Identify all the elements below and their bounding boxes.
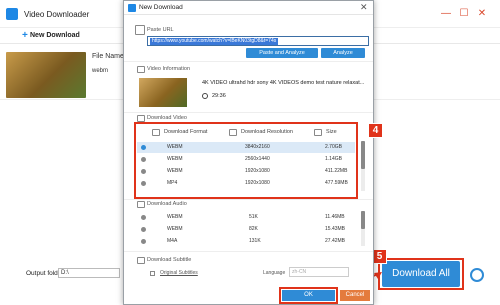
scrollbar-thumb[interactable] bbox=[361, 141, 365, 169]
row-size: 15.43MB bbox=[325, 226, 346, 232]
row-size: 27.42MB bbox=[325, 238, 346, 244]
row-format: M4A bbox=[167, 238, 178, 244]
main-window-title: Video Downloader bbox=[24, 10, 90, 19]
app-logo-icon bbox=[6, 8, 18, 20]
audio-format-row[interactable]: WEBM 82K 15.43MB bbox=[137, 224, 355, 235]
new-download-dialog: New Download ✕ Paste URL https://www.you… bbox=[123, 0, 374, 305]
row-resolution: 2560x1440 bbox=[245, 156, 270, 162]
row-bitrate: 131K bbox=[249, 238, 261, 244]
maximize-icon[interactable]: ☐ bbox=[458, 8, 470, 20]
row-size: 2.70GB bbox=[325, 144, 342, 150]
radio-icon[interactable] bbox=[141, 157, 146, 162]
url-value: https://www.youtube.com/watch?v=lBeKN03t… bbox=[150, 38, 279, 45]
paste-and-analyze-label: Paste and Analyze bbox=[259, 50, 305, 56]
clock-icon bbox=[202, 93, 208, 99]
dialog-app-icon bbox=[128, 4, 136, 12]
minimize-icon[interactable]: — bbox=[440, 8, 452, 20]
original-subtitles-label[interactable]: Original Subtitles bbox=[160, 270, 198, 276]
alarm-clock-icon[interactable] bbox=[470, 268, 484, 282]
video-format-row[interactable]: WEBM 2560x1440 1.14GB bbox=[137, 154, 355, 165]
video-info-label: Video Information bbox=[147, 66, 191, 72]
new-download-button[interactable]: New Download bbox=[30, 32, 80, 39]
video-list-scrollbar[interactable] bbox=[361, 141, 365, 191]
original-subtitles-checkbox[interactable] bbox=[150, 271, 155, 276]
divider bbox=[124, 199, 373, 200]
download-subtitle-label: Download Subtitle bbox=[147, 257, 192, 263]
row-format: WEBM bbox=[167, 144, 183, 150]
video-info-thumbnail bbox=[139, 78, 187, 107]
radio-icon[interactable] bbox=[141, 227, 146, 232]
row-resolution: 1920x1080 bbox=[245, 180, 270, 186]
column-download-resolution: Download Resolution bbox=[241, 129, 293, 135]
scrollbar-thumb[interactable] bbox=[361, 211, 365, 229]
audio-list-scrollbar[interactable] bbox=[361, 211, 365, 246]
download-video-label: Download Video bbox=[147, 115, 187, 121]
dialog-close-icon[interactable]: ✕ bbox=[360, 2, 368, 13]
analyze-button[interactable]: Analyze bbox=[321, 48, 365, 58]
video-info-icon bbox=[137, 66, 145, 73]
ok-button[interactable]: OK bbox=[282, 290, 335, 301]
plus-icon[interactable]: + bbox=[22, 30, 28, 41]
resolution-column-icon bbox=[229, 129, 237, 136]
language-label: Language bbox=[263, 270, 286, 276]
row-size: 411.22MB bbox=[325, 168, 348, 174]
step4-badge: 4 bbox=[368, 123, 383, 138]
cancel-button[interactable]: Cancel bbox=[340, 290, 370, 301]
column-size: Size bbox=[326, 129, 337, 135]
row-size: 477.59MB bbox=[325, 180, 348, 186]
url-link-icon bbox=[135, 25, 145, 35]
audio-format-row[interactable]: WEBM 51K 11.46MB bbox=[137, 212, 355, 223]
row-size: 11.46MB bbox=[325, 214, 345, 220]
divider bbox=[124, 251, 373, 252]
film-icon bbox=[137, 115, 145, 122]
format-column-icon bbox=[152, 129, 160, 136]
video-duration: 29:36 bbox=[212, 93, 226, 99]
row-bitrate: 82K bbox=[249, 226, 258, 232]
url-input[interactable]: https://www.youtube.com/watch?v=lBeKN03t… bbox=[147, 36, 369, 46]
close-icon[interactable]: ✕ bbox=[476, 8, 488, 20]
radio-icon[interactable] bbox=[141, 215, 146, 220]
row-resolution: 3840x2160 bbox=[245, 144, 270, 150]
audio-format-row[interactable]: M4A 131K 27.42MB bbox=[137, 236, 355, 247]
download-audio-label: Download Audio bbox=[147, 201, 187, 207]
file-name-label: File Name bbox=[92, 53, 124, 60]
row-format: WEBM bbox=[167, 214, 183, 220]
step5-badge: 5 bbox=[372, 249, 387, 264]
radio-selected-icon[interactable] bbox=[141, 145, 146, 150]
divider bbox=[124, 112, 373, 113]
size-column-icon bbox=[314, 129, 322, 136]
divider bbox=[124, 61, 373, 62]
row-bitrate: 51K bbox=[249, 214, 258, 220]
row-format: WEBM bbox=[167, 156, 183, 162]
row-format: WEBM bbox=[167, 168, 183, 174]
paste-url-label: Paste URL bbox=[147, 27, 174, 33]
output-folder-field[interactable]: D:\ bbox=[58, 268, 120, 278]
video-format-row[interactable]: WEBM 1920x1080 411.22MB bbox=[137, 166, 355, 177]
row-size: 1.14GB bbox=[325, 156, 342, 162]
radio-icon[interactable] bbox=[141, 169, 146, 174]
video-thumbnail bbox=[6, 52, 86, 98]
radio-icon[interactable] bbox=[141, 239, 146, 244]
radio-icon[interactable] bbox=[141, 181, 146, 186]
paste-and-analyze-button[interactable]: Paste and Analyze bbox=[246, 48, 318, 58]
subtitle-icon bbox=[137, 257, 145, 264]
download-all-button[interactable]: Download All bbox=[382, 261, 460, 287]
analyze-label: Analyze bbox=[333, 50, 353, 56]
audio-icon bbox=[137, 201, 145, 208]
column-download-format: Download Format bbox=[164, 129, 208, 135]
language-select[interactable]: zh-CN bbox=[289, 267, 349, 277]
row-resolution: 1920x1080 bbox=[245, 168, 270, 174]
video-title: 4K VIDEO ultrahd hdr sony 4K VIDEOS demo… bbox=[202, 80, 365, 86]
video-format-row[interactable]: WEBM 3840x2160 2.70GB bbox=[137, 142, 355, 153]
row-format: MP4 bbox=[167, 180, 178, 186]
format-value: webm bbox=[92, 68, 109, 74]
row-format: WEBM bbox=[167, 226, 183, 232]
dialog-title: New Download bbox=[139, 4, 183, 11]
video-format-row[interactable]: MP4 1920x1080 477.59MB bbox=[137, 178, 355, 189]
